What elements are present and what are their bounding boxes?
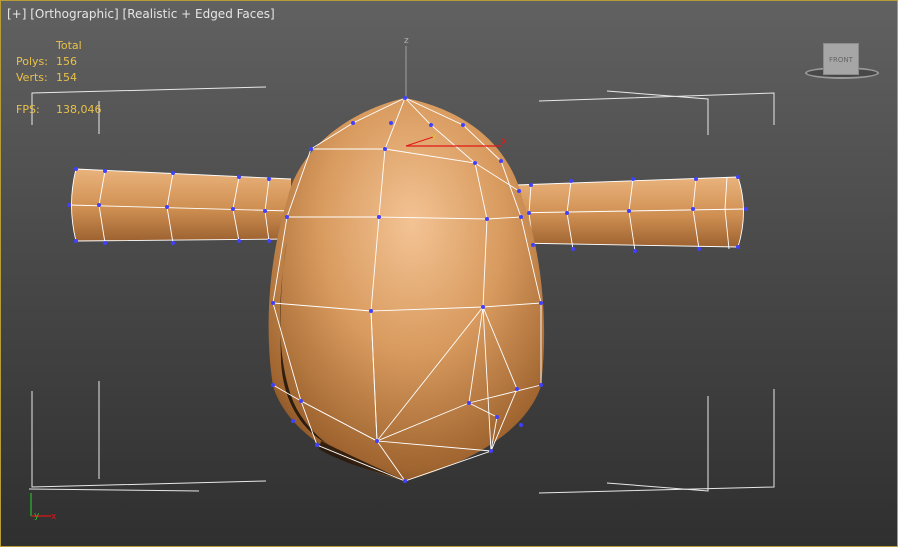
gizmo-z-label: z: [404, 36, 409, 46]
stats-total-header: Total: [56, 39, 82, 52]
left-arm-mesh[interactable]: [68, 168, 301, 244]
verts-label: Verts:: [16, 71, 48, 84]
viewport[interactable]: z y x y x [+] [Orthographic] [Realistic …: [0, 0, 898, 547]
gizmo-x-label: x: [501, 136, 507, 147]
viewport-shading-menu[interactable]: [Realistic + Edged Faces]: [123, 7, 275, 21]
tripod-y-label: y: [34, 511, 40, 521]
fps-label: FPS:: [16, 103, 40, 116]
polys-value: 156: [56, 55, 77, 68]
viewcube-front-face[interactable]: FRONT: [823, 43, 859, 75]
tripod-x-label: x: [51, 512, 57, 522]
viewport-plus-menu[interactable]: [+]: [7, 7, 26, 21]
right-arm-mesh[interactable]: [509, 176, 747, 252]
gizmo-y-label: y: [431, 131, 437, 142]
verts-value: 154: [56, 71, 77, 84]
viewport-point-of-view-menu[interactable]: [Orthographic]: [30, 7, 118, 21]
axis-tripod: y x: [30, 493, 57, 522]
body-mesh[interactable]: [268, 97, 545, 482]
statistics-overlay: Total Polys: 156 Verts: 154 FPS: 138,046: [16, 38, 102, 118]
viewcube[interactable]: FRONT: [803, 41, 883, 85]
scene[interactable]: z y x y x: [1, 1, 898, 547]
viewport-label-menu[interactable]: [+] [Orthographic] [Realistic + Edged Fa…: [7, 7, 275, 21]
fps-value: 138,046: [56, 103, 102, 116]
polys-label: Polys:: [16, 55, 48, 68]
